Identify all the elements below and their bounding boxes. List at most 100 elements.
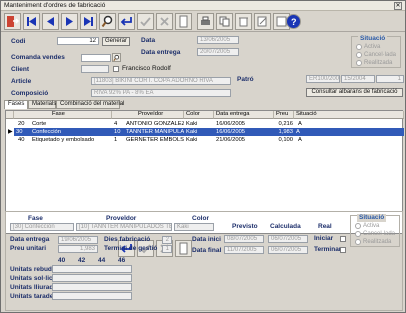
row-num[interactable]: 30 (14, 128, 30, 136)
grid-header-situacio[interactable]: Situació (294, 111, 404, 119)
edit-button[interactable] (254, 13, 271, 30)
previous-record-button[interactable] (42, 13, 59, 30)
consultar-albarans-button[interactable]: Consultar albarans de fabricació (306, 88, 403, 97)
close-button[interactable]: ✕ (394, 2, 402, 10)
detail-radio-activa[interactable] (355, 223, 361, 229)
row-prov-num[interactable]: 1 (112, 136, 124, 144)
client-code-input[interactable] (81, 65, 109, 73)
data-input[interactable]: 13/06/2005 (197, 36, 239, 44)
tab-materials[interactable]: Materials (28, 100, 56, 109)
radio-cancellada-label: Cancel·lada (364, 52, 397, 58)
fase-select[interactable]: [30] Confección (10, 223, 74, 231)
data-entrega-input[interactable]: 20/07/2005 (197, 48, 239, 56)
row-color[interactable]: Kaki (184, 120, 214, 128)
radio-activa-label: Activa (364, 44, 381, 50)
row-preu[interactable]: 0,216 (274, 120, 294, 128)
row-situacio[interactable]: A (296, 136, 316, 144)
radio-realitzada[interactable] (356, 60, 362, 66)
data-entrega-detail-input[interactable]: 19/06/2005 (58, 236, 98, 244)
row-fase[interactable]: Corte (30, 120, 112, 128)
row-preu[interactable]: 0,100 (274, 136, 294, 144)
terminar-checkbox[interactable] (340, 247, 346, 253)
unitats-lliurades-input[interactable] (52, 283, 132, 291)
dies-fabricacio-input[interactable]: 2 (162, 236, 172, 244)
grid-header-data-entrega[interactable]: Data entrega (214, 111, 274, 119)
tab-combinacio[interactable]: Combinació del material (56, 100, 124, 109)
proveidor-select[interactable]: [10] TANNTER MANIPULADOS TEXTIL (76, 223, 172, 231)
print-button[interactable] (197, 13, 214, 30)
comanda-input[interactable] (81, 54, 111, 62)
row-situacio[interactable]: A (294, 128, 404, 136)
row-fase[interactable]: Etiquetado y embolsado (30, 136, 112, 144)
composicio-input[interactable]: RIVA 92% PA - 8% EA (91, 89, 231, 97)
detail-radio-realitzada-label: Realitzada (363, 239, 392, 245)
row-color[interactable]: Kaki (184, 136, 214, 144)
row-data[interactable]: 21/06/2005 (214, 136, 274, 144)
tab-fases[interactable]: Fases (4, 100, 28, 109)
grid-header-color[interactable]: Color (184, 111, 214, 119)
row-marker: ▶ (8, 129, 13, 135)
row-proveidor[interactable]: TANNTER MANIPULADOS TEXT (124, 128, 184, 136)
exit-button[interactable] (4, 13, 21, 30)
svg-text:?: ? (291, 17, 297, 27)
grid-header-proveidor[interactable]: Proveïdor (112, 111, 184, 119)
row-prov-num[interactable]: 10 (112, 128, 124, 136)
client-checkbox[interactable] (113, 66, 119, 72)
help-button[interactable]: ? (286, 14, 301, 29)
situacio-group: Situació Activa Cancel·lada Realitzada (351, 35, 401, 68)
row-num[interactable]: 40 (16, 136, 30, 144)
iniciar-label: Iniciar (314, 235, 334, 242)
enter-button[interactable] (118, 13, 135, 30)
terminar-label: Terminar (314, 246, 342, 253)
patro-num-input[interactable]: 1 (376, 75, 404, 83)
comanda-search-button[interactable] (112, 53, 121, 62)
unitats-sollicitades-input[interactable] (52, 274, 132, 282)
new-record-button[interactable] (175, 13, 192, 30)
enter-icon (120, 17, 132, 26)
color-label: Color (192, 215, 209, 222)
patro-date-input[interactable]: 15/2004 (341, 75, 375, 83)
row-color[interactable]: Kaki (184, 128, 214, 136)
unitats-rebudes-input[interactable] (52, 265, 132, 273)
cancel-button[interactable] (156, 13, 173, 30)
detail-radio-cancellada[interactable] (355, 231, 361, 237)
article-input[interactable]: [11803] BIKINI CORT. COPA ADORNO RIVA (91, 77, 231, 85)
codi-input[interactable]: 12 (57, 37, 99, 45)
last-record-button[interactable] (80, 13, 97, 30)
patro-code-input[interactable]: ER100/200 (306, 75, 340, 83)
grid-header-fase[interactable]: Fase (14, 111, 112, 119)
row-situacio[interactable]: A (296, 120, 316, 128)
first-record-button[interactable] (23, 13, 40, 30)
cancel-icon (160, 17, 169, 26)
row-data[interactable]: 16/06/2005 (214, 128, 274, 136)
preu-unitari-input[interactable]: 1,983 (58, 245, 98, 253)
detail-radio-realitzada[interactable] (355, 239, 361, 245)
termini-label: Termini de gestió (104, 245, 158, 252)
copy-button[interactable] (216, 13, 233, 30)
detail-radio-cancellada-label: Cancel·lada (363, 231, 396, 237)
calculada-inici-input[interactable]: 06/07/2005 (268, 235, 308, 243)
row-prov-num[interactable]: 4 (112, 120, 124, 128)
row-proveidor[interactable]: GERNETER EMBOLSADOS (124, 136, 184, 144)
generar-button[interactable]: Generar (102, 37, 130, 46)
termini-input[interactable]: 1 (162, 245, 172, 253)
iniciar-checkbox[interactable] (340, 236, 346, 242)
delete-button[interactable] (235, 13, 252, 30)
row-proveidor[interactable]: ANTONIO GONZALEZ FR (124, 120, 184, 128)
radio-cancellada[interactable] (356, 52, 362, 58)
previsto-inici-input[interactable]: 08/07/2005 (224, 235, 264, 243)
calculada-final-input[interactable]: 06/07/2005 (268, 246, 308, 254)
previsto-label: Previsto (232, 223, 258, 230)
row-data[interactable]: 16/06/2005 (214, 120, 274, 128)
unitats-tarades-input[interactable] (52, 292, 132, 300)
next-record-button[interactable] (61, 13, 78, 30)
row-preu[interactable]: 1,983 (274, 128, 294, 136)
row-num[interactable]: 20 (16, 120, 30, 128)
grid-header-preu[interactable]: Preu (274, 111, 294, 119)
radio-activa[interactable] (356, 44, 362, 50)
accept-button[interactable] (137, 13, 154, 30)
row-fase[interactable]: Confección (30, 128, 112, 136)
color-select[interactable]: Kaki (174, 223, 214, 231)
search-button[interactable] (99, 13, 116, 30)
previsto-final-input[interactable]: 11/07/2005 (224, 246, 264, 254)
